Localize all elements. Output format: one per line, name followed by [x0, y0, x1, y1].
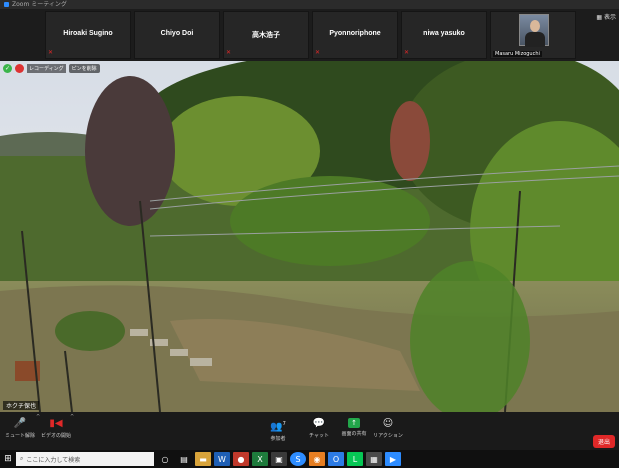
participant-name: Chiyo Doi [160, 30, 194, 37]
chat-icon: 💬 [312, 418, 326, 429]
mic-muted-icon: 🎤 [13, 418, 27, 429]
leave-meeting-button[interactable]: 退出 [592, 435, 615, 448]
chat-button[interactable]: 💬 チャット [299, 418, 339, 439]
participants-icon: 👥7 [270, 421, 286, 433]
participant-tile[interactable]: niwa yasuko ✕ [401, 11, 487, 59]
reactions-icon: ☺ [382, 418, 394, 429]
windows-start-icon[interactable]: ⊞ [0, 450, 16, 468]
window-title: Zoom ミーティング [12, 1, 67, 8]
participant-tile[interactable]: Hiroaki Sugino ✕ [45, 11, 131, 59]
app-icon[interactable]: ▣ [271, 452, 287, 466]
muted-mic-icon: ✕ [315, 49, 321, 56]
reactions-button[interactable]: ☺ リアクション [368, 418, 408, 439]
garden-video-frame [0, 61, 619, 412]
muted-mic-icon: ✕ [226, 49, 232, 56]
windows-taskbar: ⊞ ⌕ ここに入力して検索 ○ ▤ ▬ W ● X ▣ S ◉ O L ▦ ▶ [0, 450, 619, 468]
participants-count: 7 [282, 421, 286, 427]
search-placeholder: ここに入力して検索 [26, 456, 81, 464]
taskbar-search-input[interactable]: ⌕ ここに入力して検索 [16, 452, 154, 466]
recording-label: レコーディング [27, 64, 66, 73]
start-video-button[interactable]: ▮◀ ビデオの開始 [36, 418, 76, 439]
start-video-label: ビデオの開始 [40, 433, 71, 439]
title-bar: Zoom ミーティング [0, 0, 619, 9]
zoom-logo-icon [4, 2, 9, 7]
unmute-button[interactable]: 🎤 ミュート解除 [0, 418, 40, 439]
participant-tile[interactable]: Chiyo Doi [134, 11, 220, 59]
outlook-icon[interactable]: O [328, 452, 344, 466]
participants-button[interactable]: 👥7 参加者 [258, 418, 298, 442]
file-explorer-icon[interactable]: ▬ [195, 452, 211, 466]
muted-mic-icon: ✕ [48, 49, 54, 56]
reactions-label: リアクション [373, 433, 403, 439]
recording-icon [15, 64, 24, 73]
chrome-icon[interactable]: ● [233, 452, 249, 466]
participant-name: Masaru Mizoguchi [493, 51, 542, 57]
app-icon-2[interactable]: ▦ [366, 452, 382, 466]
view-toggle-label: 表示 [603, 14, 616, 21]
share-screen-label: 画面の共有 [341, 431, 367, 437]
share-screen-icon: ↑ [348, 418, 360, 428]
word-icon[interactable]: W [214, 452, 230, 466]
video-options-caret-icon[interactable]: ^ [70, 414, 74, 420]
zoom-window: Zoom ミーティング Hiroaki Sugino ✕ Chiyo Doi 高… [0, 0, 619, 468]
security-shield-icon[interactable]: ✓ [3, 64, 12, 73]
muted-mic-icon: ✕ [404, 49, 410, 56]
participant-video [519, 14, 549, 47]
zoom-taskbar-icon[interactable]: ▶ [385, 452, 401, 466]
view-toggle-button[interactable]: ▦ 表示 [596, 12, 616, 21]
main-video: ✓ レコーディング ピンを削除 ホクチ保也 [0, 61, 619, 412]
participant-name: Hiroaki Sugino [63, 30, 113, 37]
line-icon[interactable]: L [347, 452, 363, 466]
participant-name: 高木浩子 [252, 32, 280, 39]
participants-label: 参加者 [270, 436, 286, 443]
multitask-icon[interactable]: ▤ [176, 452, 192, 466]
task-view-icon[interactable]: ○ [157, 452, 173, 466]
participant-video-tile[interactable]: Masaru Mizoguchi [490, 11, 576, 59]
participant-name: niwa yasuko [423, 30, 465, 37]
excel-icon[interactable]: X [252, 452, 268, 466]
participant-tile[interactable]: Pyonnoriphone ✕ [312, 11, 398, 59]
search-icon: ⌕ [20, 455, 24, 462]
participant-strip: Hiroaki Sugino ✕ Chiyo Doi 高木浩子 ✕ Pyonno… [0, 9, 619, 61]
video-overlay: ✓ レコーディング ピンを削除 [3, 64, 100, 73]
meeting-toolbar: 🎤 ミュート解除 ^ ▮◀ ビデオの開始 ^ 👥7 参加者 💬 チャット ↑ 画… [0, 412, 619, 450]
firefox-icon[interactable]: ◉ [309, 452, 325, 466]
participant-tile[interactable]: 高木浩子 ✕ [223, 11, 309, 59]
participant-name: Pyonnoriphone [329, 30, 381, 37]
unmute-label: ミュート解除 [4, 433, 35, 439]
skype-icon[interactable]: S [290, 452, 306, 466]
speaker-name: ホクチ保也 [3, 401, 40, 410]
unpin-button[interactable]: ピンを削除 [68, 64, 100, 73]
chat-label: チャット [309, 433, 329, 439]
